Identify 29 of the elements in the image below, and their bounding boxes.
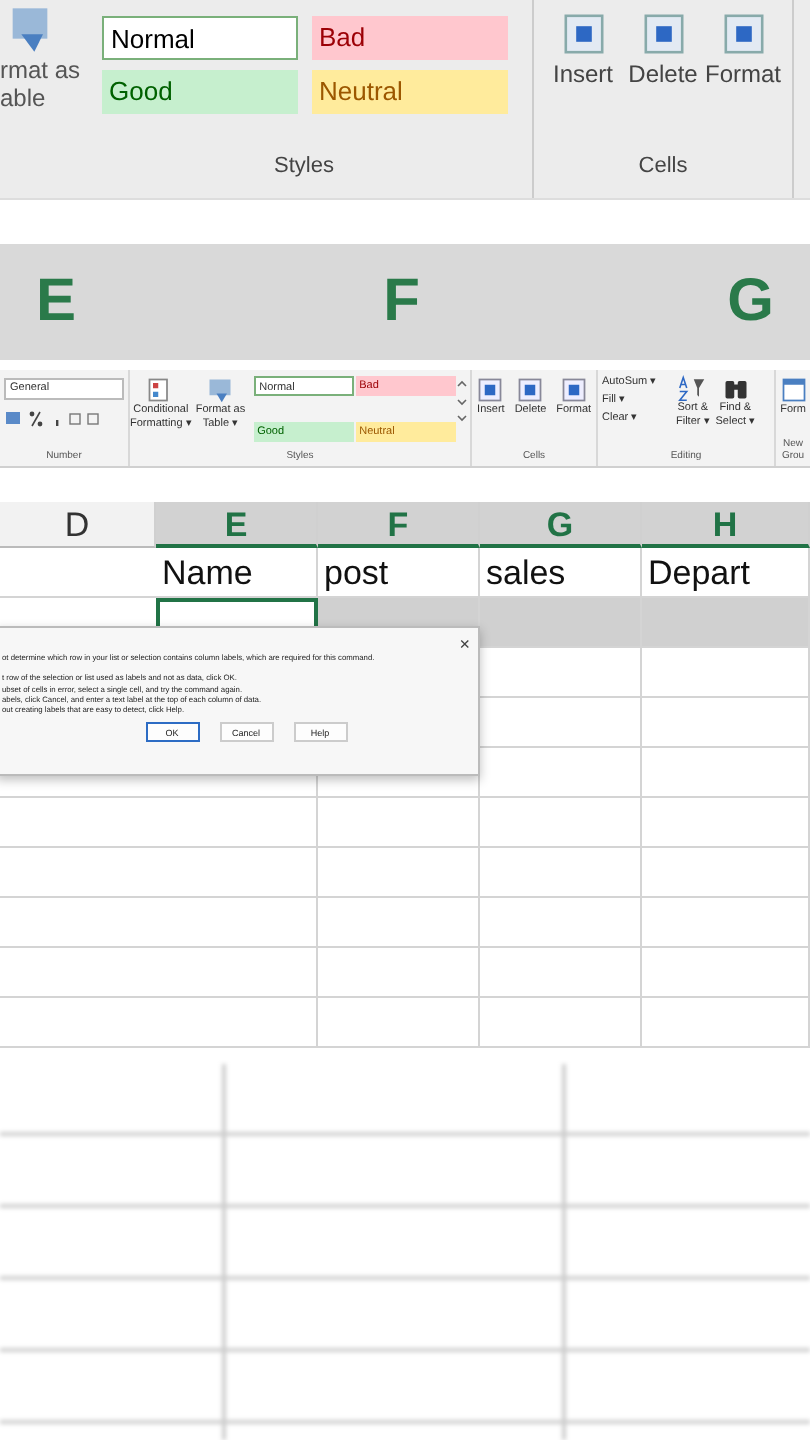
table-icon [8,4,52,56]
scroll-arrows-icon[interactable] [455,376,468,424]
cell-style-option[interactable]: Normal [101,16,297,60]
cell-style-option[interactable]: Good [101,70,297,114]
number-format-icons [4,408,104,428]
ribbon-button-label[interactable]: Delete [628,60,698,88]
column-header[interactable]: E [156,502,318,548]
column-letter: E [36,267,77,335]
table-cell[interactable]: Name [156,548,318,598]
cell-style-option[interactable]: Neutral [311,70,507,114]
cell-style-option[interactable]: Bad [311,16,507,60]
column-letter: F [383,267,420,335]
column-header[interactable]: D [0,502,156,548]
ribbon-button-label[interactable]: Format [705,60,782,88]
ribbon-button-label[interactable]: Insert [552,60,613,88]
group-label: Cells [638,154,688,182]
cells-icon [559,376,588,404]
format-as-table-label[interactable]: able [0,84,46,112]
column-header[interactable]: F [318,502,480,548]
close-button[interactable]: × [459,636,470,652]
cells-icon [476,376,505,404]
sort-filter-icon [678,374,707,402]
column-header[interactable]: G [480,502,642,548]
cells-icon [516,376,545,404]
format-as-table-label[interactable]: rmat as [0,56,81,84]
column-header[interactable]: H [642,502,810,548]
group-label: Styles [274,154,334,182]
column-letter: G [727,267,774,335]
table-icon [206,376,235,404]
